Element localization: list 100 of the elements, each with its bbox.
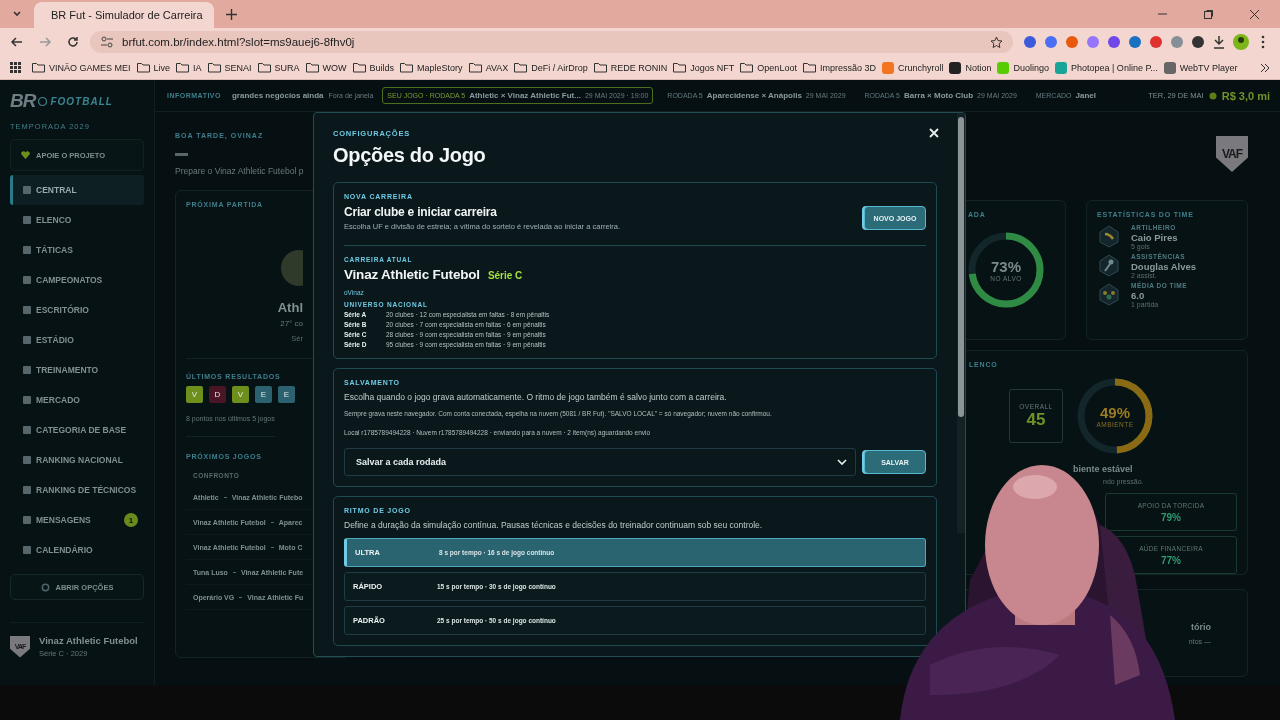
result-chip: V xyxy=(232,386,249,403)
club-name: Vinaz Athletic Futebol xyxy=(344,267,480,282)
extension-icon xyxy=(1128,35,1142,49)
folder-icon xyxy=(400,62,414,73)
square-icon xyxy=(23,336,31,344)
logo-text: FOOTBALL xyxy=(50,95,113,107)
ticker-match: Athletic × Vinaz Athletic Fut... xyxy=(469,91,581,100)
url-text: brfut.com.br/index.html?slot=ms9auej6-8fhv0j xyxy=(122,36,355,48)
coin-icon xyxy=(1208,91,1217,100)
bookmark-link[interactable]: SURA xyxy=(257,62,300,73)
separator-icon xyxy=(270,521,274,523)
bookmark-link[interactable]: Crunchyroll xyxy=(881,61,944,74)
browser-tab[interactable]: BR Fut - Simulador de Carreira xyxy=(34,2,214,28)
count-badge: 1 xyxy=(124,513,138,527)
nav-item[interactable]: TÁTICAS xyxy=(10,235,144,265)
bookmark-link[interactable]: Impressão 3D xyxy=(802,62,876,73)
title-placeholder-bar xyxy=(175,153,188,156)
square-icon xyxy=(23,456,31,464)
extension-icon xyxy=(1065,35,1079,49)
emblem-icon xyxy=(1097,282,1121,307)
chevron-down-icon xyxy=(837,458,847,466)
nav-item[interactable]: ELENCO xyxy=(10,205,144,235)
nav-item[interactable]: ESCRITÓRIO xyxy=(10,295,144,325)
nav-item[interactable]: MENSAGENS 1 xyxy=(10,505,144,535)
emblem-icon xyxy=(1097,224,1121,249)
nav-item[interactable]: MERCADO xyxy=(10,385,144,415)
square-icon xyxy=(23,216,31,224)
square-icon xyxy=(23,306,31,314)
download-icon xyxy=(1212,35,1226,49)
square-icon xyxy=(23,396,31,404)
extension-icon xyxy=(1170,35,1184,49)
bookmark-link[interactable]: AVAX xyxy=(468,62,509,73)
bookmark-link[interactable]: REDE RONIN xyxy=(593,62,668,73)
ticker-match: Aparecidense × Anápolis xyxy=(706,91,802,100)
profile-button[interactable] xyxy=(1233,32,1249,52)
nav-item[interactable]: RANKING DE TÉCNICOS xyxy=(10,475,144,505)
extension-icon xyxy=(1191,35,1205,49)
square-icon xyxy=(23,246,31,254)
nav-item[interactable]: TREINAMENTO xyxy=(10,355,144,385)
extension-icon xyxy=(1086,35,1100,49)
dialog-title: Opções do Jogo xyxy=(333,144,486,167)
close-icon xyxy=(1248,8,1260,20)
ticker-match: Barra × Moto Club xyxy=(903,91,974,100)
bookmark-link[interactable]: IA xyxy=(176,62,202,73)
nav-item[interactable]: CALENDÁRIO xyxy=(10,535,144,565)
close-button[interactable] xyxy=(927,126,941,140)
team-name: Athl xyxy=(277,300,303,315)
folder-icon xyxy=(673,62,687,73)
scrollbar[interactable] xyxy=(957,113,965,533)
bookmark-link[interactable]: SENAI xyxy=(207,62,252,73)
square-icon xyxy=(23,486,31,494)
bookmark-link[interactable]: DeFi / AirDrop xyxy=(514,62,588,73)
bookmark-link[interactable]: Live xyxy=(136,62,171,73)
nav-item[interactable]: CATEGORIA DE BASE xyxy=(10,415,144,445)
section-heading: Criar clube e iniciar carreira xyxy=(344,205,497,219)
square-icon xyxy=(23,276,31,284)
bookmark-link[interactable]: Builds xyxy=(352,62,395,73)
division-label: Série C xyxy=(487,270,523,281)
square-icon xyxy=(23,516,31,524)
stat-value: 6.0 xyxy=(1131,290,1145,301)
square-icon xyxy=(23,366,31,374)
reload-icon xyxy=(66,35,80,49)
folder-icon xyxy=(802,62,816,73)
forward-icon xyxy=(38,35,52,49)
nav-item[interactable]: CAMPEONATOS xyxy=(10,265,144,295)
bookmark-link[interactable]: Jogos NFT xyxy=(673,62,735,73)
bookmark-link[interactable]: OpenLoot xyxy=(740,62,797,73)
bookmark-link[interactable]: VINÃO GAMES MEI xyxy=(32,62,131,73)
club-name: Vinaz Athletic Futebol xyxy=(39,635,138,646)
crest-icon xyxy=(279,248,303,288)
bookmark-link[interactable]: Notion xyxy=(949,61,992,74)
intro-text: Prepare o Vinaz Athletic Futebol p xyxy=(175,166,304,176)
bookmark-link[interactable]: Photopea | Online P... xyxy=(1055,61,1158,74)
site-info-icon xyxy=(100,36,114,48)
stat-value: Douglas Alves xyxy=(1131,261,1197,272)
stat-value: Caio Pires xyxy=(1131,232,1178,243)
address-bar[interactable]: brfut.com.br/index.html?slot=ms9auej6-8fhv0j xyxy=(90,31,1013,53)
folder-icon xyxy=(305,62,319,73)
bookmark-link[interactable]: WebTV Player xyxy=(1163,61,1238,74)
bookmark-link[interactable]: MapleStory xyxy=(400,62,463,73)
close-icon xyxy=(929,128,939,138)
folder-icon xyxy=(207,62,221,73)
result-chip: E xyxy=(278,386,295,403)
chevron-down-icon xyxy=(12,9,22,19)
nav-item[interactable]: RANKING NACIONAL xyxy=(10,445,144,475)
square-icon xyxy=(23,546,31,554)
save-frequency-select[interactable]: Salvar a cada rodada xyxy=(344,448,856,476)
square-icon xyxy=(23,426,31,434)
folder-icon xyxy=(352,62,366,73)
nav-item[interactable]: ESTÁDIO xyxy=(10,325,144,355)
extension-icon xyxy=(1023,35,1037,49)
team-position: 27° co xyxy=(280,319,303,328)
section-text: Define a duração da simulação contínua. Pausas técnicas e decisões do treinador continuam sob seu controle. xyxy=(344,520,763,530)
bookmark-link[interactable]: Duolingo xyxy=(997,61,1049,74)
restore-icon xyxy=(1202,8,1214,20)
back-icon xyxy=(10,35,24,49)
tab-title: BR Fut - Simulador de Carreira xyxy=(51,9,203,21)
balance-value: R$ 3,0 mi xyxy=(1221,89,1270,102)
bookmark-link[interactable]: WOW xyxy=(305,62,347,73)
nav-item[interactable]: CENTRAL xyxy=(10,175,144,205)
